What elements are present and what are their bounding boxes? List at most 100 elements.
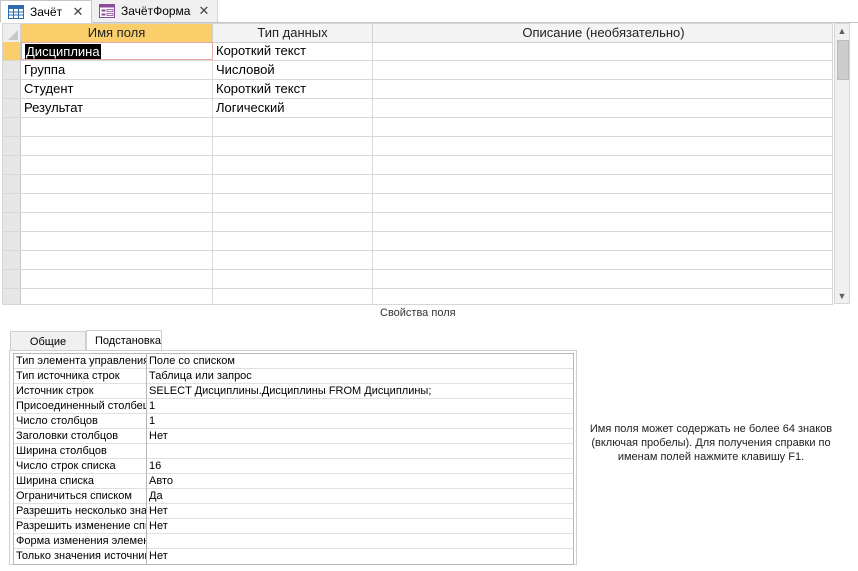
data-type-cell[interactable] xyxy=(213,175,373,193)
field-name-cell[interactable] xyxy=(21,213,213,231)
table-row[interactable] xyxy=(3,118,832,137)
description-cell[interactable] xyxy=(373,232,832,250)
row-selector[interactable] xyxy=(3,156,21,174)
close-icon[interactable]: ✕ xyxy=(69,4,87,20)
property-value[interactable]: 16 xyxy=(147,459,573,474)
data-type-cell[interactable]: Короткий текст xyxy=(213,80,373,98)
property-row[interactable]: Ширина списка Авто xyxy=(14,474,573,489)
field-name-cell[interactable] xyxy=(21,251,213,269)
row-selector[interactable] xyxy=(3,99,21,117)
description-cell[interactable] xyxy=(373,118,832,136)
property-row[interactable]: Разрешить изменение спискаНет xyxy=(14,519,573,534)
row-selector[interactable] xyxy=(3,175,21,193)
property-row[interactable]: Ограничиться списком Да xyxy=(14,489,573,504)
row-selector[interactable] xyxy=(3,213,21,231)
table-row[interactable]: Результат Логический xyxy=(3,99,832,118)
property-row[interactable]: Тип элемента управления Поле со списком xyxy=(14,354,573,369)
property-value[interactable]: 1 xyxy=(147,414,573,429)
field-name-cell[interactable] xyxy=(21,289,213,304)
header-field-name[interactable]: Имя поля xyxy=(21,24,213,42)
scroll-down-icon[interactable]: ▼ xyxy=(835,289,849,303)
property-row[interactable]: Только значения источника строкНет xyxy=(14,549,573,564)
close-icon[interactable]: ✕ xyxy=(195,3,213,19)
description-cell[interactable] xyxy=(373,156,832,174)
data-type-cell[interactable] xyxy=(213,251,373,269)
field-name-cell[interactable]: Результат xyxy=(21,99,213,117)
tab-general[interactable]: Общие xyxy=(10,331,86,351)
description-cell[interactable] xyxy=(373,61,832,79)
field-name-cell[interactable] xyxy=(21,118,213,136)
property-row[interactable]: Число столбцов 1 xyxy=(14,414,573,429)
row-selector[interactable] xyxy=(3,61,21,79)
field-name-cell[interactable] xyxy=(21,156,213,174)
data-type-cell[interactable] xyxy=(213,194,373,212)
select-all-corner[interactable] xyxy=(3,24,21,42)
field-name-cell[interactable] xyxy=(21,137,213,155)
table-row[interactable] xyxy=(3,251,832,270)
data-type-cell[interactable]: Короткий текст xyxy=(213,42,373,60)
property-value[interactable]: 1 xyxy=(147,399,573,414)
field-name-cell[interactable] xyxy=(21,232,213,250)
row-selector[interactable] xyxy=(3,194,21,212)
description-cell[interactable] xyxy=(373,194,832,212)
field-name-cell[interactable] xyxy=(21,175,213,193)
tab-zachet[interactable]: Зачёт ✕ xyxy=(0,0,92,23)
description-cell[interactable] xyxy=(373,175,832,193)
table-row[interactable]: Группа Числовой xyxy=(3,61,832,80)
field-name-cell[interactable] xyxy=(21,270,213,288)
table-row[interactable]: Студент Короткий текст xyxy=(3,80,832,99)
header-data-type[interactable]: Тип данных xyxy=(213,24,373,42)
property-row[interactable]: Ширина столбцов xyxy=(14,444,573,459)
tab-zachet-forma[interactable]: ЗачётФорма ✕ xyxy=(92,0,218,22)
property-value[interactable]: Нет xyxy=(147,504,573,519)
property-value[interactable]: Поле со списком xyxy=(147,354,573,369)
table-row[interactable] xyxy=(3,232,832,251)
scroll-up-icon[interactable]: ▲ xyxy=(835,24,849,38)
field-name-cell[interactable] xyxy=(21,194,213,212)
row-selector[interactable] xyxy=(3,289,21,304)
header-description[interactable]: Описание (необязательно) xyxy=(373,24,832,42)
description-cell[interactable] xyxy=(373,42,832,60)
table-row[interactable] xyxy=(3,175,832,194)
description-cell[interactable] xyxy=(373,270,832,288)
property-row[interactable]: Присоединенный столбец 1 xyxy=(14,399,573,414)
row-selector[interactable] xyxy=(3,251,21,269)
field-name-cell[interactable]: Студент xyxy=(21,80,213,98)
data-type-cell[interactable] xyxy=(213,289,373,304)
data-type-cell[interactable] xyxy=(213,213,373,231)
field-name-cell[interactable]: Дисциплина xyxy=(21,42,213,60)
property-value[interactable]: Нет xyxy=(147,429,573,444)
property-value[interactable]: Нет xyxy=(147,549,573,564)
grid-scrollbar[interactable]: ▲ ▼ xyxy=(834,23,850,304)
tab-lookup[interactable]: Подстановка xyxy=(86,330,162,351)
data-type-cell[interactable] xyxy=(213,156,373,174)
description-cell[interactable] xyxy=(373,251,832,269)
property-value[interactable] xyxy=(147,444,573,459)
row-selector[interactable] xyxy=(3,137,21,155)
property-value[interactable]: Таблица или запрос xyxy=(147,369,573,384)
description-cell[interactable] xyxy=(373,99,832,117)
description-cell[interactable] xyxy=(373,289,832,304)
description-cell[interactable] xyxy=(373,213,832,231)
property-value[interactable]: Да xyxy=(147,489,573,504)
property-row[interactable]: Форма изменения элементов списка xyxy=(14,534,573,549)
property-row[interactable]: Источник строк SELECT Дисциплины.Дисципли… xyxy=(14,384,573,399)
scroll-thumb[interactable] xyxy=(837,40,849,80)
data-type-cell[interactable] xyxy=(213,118,373,136)
table-row[interactable] xyxy=(3,137,832,156)
property-row[interactable]: Тип источника строк Таблица или запрос xyxy=(14,369,573,384)
table-row[interactable] xyxy=(3,270,832,289)
description-cell[interactable] xyxy=(373,80,832,98)
row-selector[interactable] xyxy=(3,42,21,60)
table-row[interactable] xyxy=(3,289,832,304)
data-type-cell[interactable]: Числовой xyxy=(213,61,373,79)
table-row[interactable]: Дисциплина Короткий текст xyxy=(3,42,832,61)
table-row[interactable] xyxy=(3,156,832,175)
property-value[interactable]: Нет xyxy=(147,519,573,534)
row-selector[interactable] xyxy=(3,270,21,288)
property-row[interactable]: Заголовки столбцов Нет xyxy=(14,429,573,444)
property-row[interactable]: Число строк списка 16 xyxy=(14,459,573,474)
table-row[interactable] xyxy=(3,213,832,232)
property-value[interactable]: Авто xyxy=(147,474,573,489)
data-type-cell[interactable] xyxy=(213,270,373,288)
